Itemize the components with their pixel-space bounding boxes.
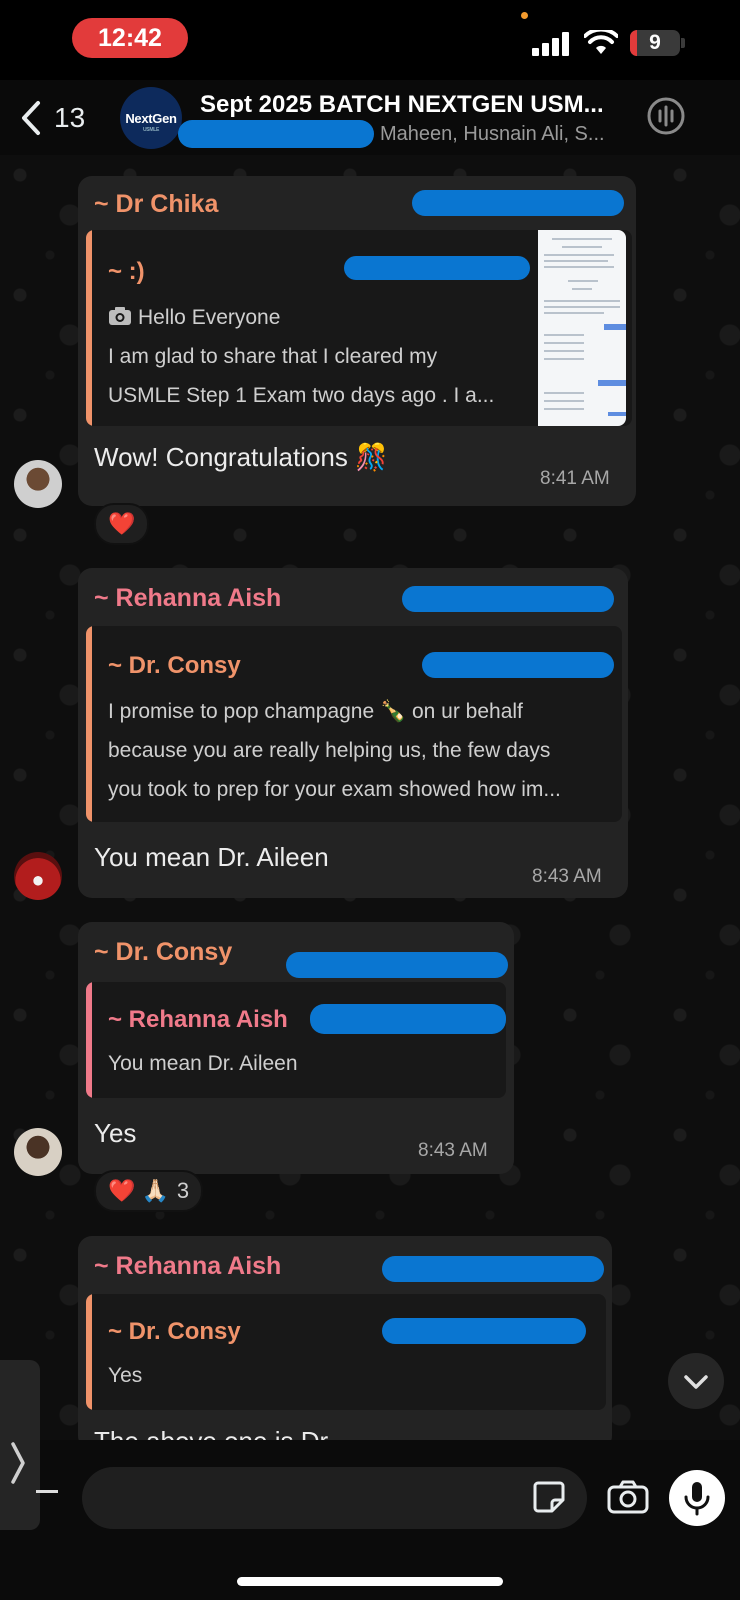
reaction-emoji: ❤️ (108, 511, 136, 536)
message-text: You mean Dr. Aileen (94, 842, 329, 872)
redaction-mark (382, 1256, 604, 1282)
quote-bar (86, 982, 92, 1098)
quote-text-line: Yes (108, 1364, 143, 1387)
quote-sender: ~ Rehanna Aish (108, 1006, 288, 1033)
wifi-icon (584, 30, 618, 54)
message-time: 8:41 AM (540, 468, 610, 489)
chevron-left-icon (22, 101, 40, 135)
chevron-right-icon[interactable] (8, 1440, 28, 1495)
back-button[interactable]: 13 (20, 98, 100, 138)
group-avatar-subtext: USMLE (142, 127, 159, 133)
group-avatar[interactable]: NextGen USMLE (120, 87, 182, 149)
score-report-thumbnail[interactable] (538, 230, 626, 426)
group-members[interactable]: Maheen, Husnain Ali, S... (380, 123, 640, 146)
quote-sender: ~ Dr. Consy (108, 652, 241, 679)
quote-bar (86, 1294, 92, 1410)
attach-plus-icon[interactable] (36, 1490, 58, 1493)
redaction-mark (310, 1004, 506, 1034)
message-input[interactable] (82, 1467, 587, 1529)
message-sender[interactable]: ~ Dr. Consy (94, 938, 232, 967)
message-sender[interactable]: ~ Rehanna Aish (94, 1252, 281, 1281)
microphone-icon (684, 1482, 710, 1516)
sticker-icon[interactable] (532, 1480, 566, 1514)
redaction-mark (382, 1318, 586, 1344)
battery-icon: 9 (630, 30, 680, 56)
redaction-mark (412, 190, 624, 216)
home-indicator (237, 1577, 503, 1586)
reaction-count: 3 (176, 1178, 190, 1203)
quote-text-line: Hello Everyone (138, 306, 281, 329)
sender-avatar[interactable] (14, 460, 62, 508)
redaction-mark (344, 256, 530, 280)
message-text: Wow! Congratulations 🎊 (94, 442, 388, 472)
quoted-message[interactable]: ~ Rehanna Aish You mean Dr. Aileen (86, 982, 506, 1098)
message-time: 8:43 AM (418, 1140, 488, 1161)
sender-avatar[interactable] (14, 1128, 62, 1176)
scroll-to-bottom-button[interactable] (668, 1353, 724, 1409)
message-sender[interactable]: ~ Dr Chika (94, 190, 218, 219)
message-bubble[interactable]: ~ Rehanna Aish ~ Dr. Consy Yes The above… (78, 1236, 612, 1456)
redaction-mark (402, 586, 614, 612)
cellular-signal-icon (532, 32, 572, 56)
chevron-down-icon (684, 1375, 708, 1389)
camera-icon[interactable] (607, 1480, 649, 1514)
redaction-mark (286, 952, 508, 978)
message-time: 8:43 AM (532, 866, 602, 887)
redaction-mark (178, 120, 374, 148)
privacy-indicator-dot (521, 12, 528, 19)
battery-level: 9 (649, 31, 661, 54)
quote-text-line: I promise to pop champagne 🍾 on ur behal… (108, 700, 523, 723)
quote-text-line: I am glad to share that I cleared my (108, 345, 438, 368)
quoted-message[interactable]: ~ Dr. Consy Yes (86, 1294, 606, 1410)
battery-tip (681, 38, 685, 48)
voice-chat-icon[interactable] (646, 96, 686, 136)
quoted-message[interactable]: ~ Dr. Consy I promise to pop champagne 🍾… (86, 626, 622, 822)
sender-avatar[interactable] (14, 852, 62, 900)
message-text: Yes (94, 1118, 137, 1148)
group-avatar-text: NextGen (125, 110, 177, 126)
voice-message-button[interactable] (669, 1470, 725, 1526)
redaction-mark (422, 652, 614, 678)
quote-bar (86, 230, 92, 426)
quote-bar (86, 626, 92, 822)
quote-text-line: You mean Dr. Aileen (108, 1052, 298, 1075)
reaction-emoji: ❤️ 🙏🏻 (108, 1178, 169, 1203)
message-bubble[interactable]: ~ Dr Chika ~ :) Hello Everyone I am glad… (78, 176, 636, 506)
group-title[interactable]: Sept 2025 BATCH NEXTGEN USM... (200, 91, 630, 119)
quote-sender: ~ :) (108, 258, 145, 285)
message-sender[interactable]: ~ Rehanna Aish (94, 584, 281, 613)
status-bar: 12:42 9 (0, 0, 740, 80)
message-reactions[interactable]: ❤️ 🙏🏻 3 (94, 1170, 204, 1212)
quote-sender: ~ Dr. Consy (108, 1318, 241, 1345)
quote-text-line: you took to prep for your exam showed ho… (108, 778, 561, 801)
message-reactions[interactable]: ❤️ (94, 503, 150, 545)
unread-count: 13 (54, 102, 86, 133)
camera-icon (109, 307, 131, 325)
chat-header: 13 NextGen USMLE Sept 2025 BATCH NEXTGEN… (0, 80, 740, 155)
status-time: 12:42 (72, 18, 188, 58)
quoted-message[interactable]: ~ :) Hello Everyone I am glad to share t… (86, 230, 632, 426)
message-bubble[interactable]: ~ Rehanna Aish ~ Dr. Consy I promise to … (78, 568, 628, 898)
message-bubble[interactable]: ~ Dr. Consy ~ Rehanna Aish You mean Dr. … (78, 922, 514, 1174)
quote-text-line: USMLE Step 1 Exam two days ago . I a... (108, 384, 495, 407)
quote-text-line: because you are really helping us, the f… (108, 739, 551, 762)
